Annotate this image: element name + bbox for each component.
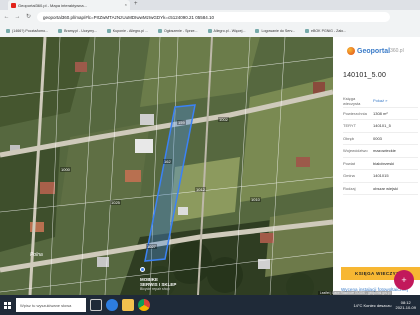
tab-strip: Geoportal360.pl - Mapa interaktywna... ×… [0,0,420,10]
attribute-key: Rodzaj [343,185,356,191]
attribute-row: Powiat białobrzeski [343,158,418,170]
clock[interactable]: 08:12 2021-10-09 [396,300,416,310]
attribute-value: 1308 m² [373,110,388,116]
new-tab-button[interactable]: + [134,1,138,7]
weather-status[interactable]: 14°C Koniec deszczu [353,303,391,308]
attribute-value: 140101_5 [373,123,391,129]
attribute-value: białobrzeski [373,160,395,166]
bookmark-item[interactable]: Ogłoszenie - Sprze... [158,29,198,33]
bookmarks-bar: (1466?) Poczta/lomo... Bramy.pl - Uczymy… [0,24,420,37]
shop-pin-icon [140,267,145,272]
task-view-icon[interactable] [90,299,102,311]
plot-label: 1010 [250,197,261,202]
attribute-row: Gmina 1401015 [343,170,418,183]
close-tab-icon[interactable]: × [125,2,127,7]
forward-icon[interactable]: → [13,13,22,22]
taskbar: Wpisz tu wyszukiwane słowa 14°C Koniec d… [0,295,420,315]
poi-category: Bicycle repair shop [140,287,170,291]
logo-suffix: 360.pl [390,48,404,54]
bookmark-item[interactable]: Bramy.pl - Uczymy... [58,29,97,33]
attribute-key: Województwo [343,148,368,154]
edge-icon[interactable] [106,299,118,311]
attribute-row: Województwo mazowieckie [343,145,418,158]
plot-label: 1027 [146,244,157,249]
poi-marker[interactable]: MOBIKE SERWIS I SKLEP Bicycle repair sho… [140,259,180,291]
plot-label: 1025 [110,200,121,205]
plot-id: 140101_5.00 [343,72,387,79]
attribute-key: Powiat [343,160,356,166]
attribute-value: mazowieckie [373,148,396,154]
back-icon[interactable]: ← [2,13,11,22]
plot-label: 1012 [195,187,206,192]
satellite-map[interactable]: 159 162 1025 1012 1000 1027 1002 1010 Po… [0,37,333,295]
browser-tab[interactable]: Geoportal360.pl - Mapa interaktywna... × [8,0,130,10]
windows-icon [3,301,11,309]
plot-attributes: Księga wieczysta Pokaż » Powierzchnia 1308… [343,95,418,195]
attribute-key: Powierzchnia [343,110,367,116]
attribute-key: Księga wieczysta [343,95,361,106]
logo-name: Geoportal [357,47,391,55]
geoportal-logo[interactable]: Geoportal 360.pl [347,47,404,55]
reload-icon[interactable]: ↻ [24,13,33,22]
address-bar-row: ← → ↻ geoportal360.pl/map/#lc=PrtZwMTAzN… [0,10,420,24]
favicon-icon [11,3,16,8]
bookmark-item[interactable]: (1466?) Poczta/lomo... [6,29,48,33]
attribute-row: TERYT 140101_5 [343,120,418,133]
plot-label: 1002 [218,117,229,122]
plot-label: 1000 [60,167,71,172]
clock-date: 2021-10-09 [395,305,416,310]
attribute-value: obszar wiejski [373,185,398,191]
browser-chrome: Geoportal360.pl - Mapa interaktywna... ×… [0,0,420,37]
taskbar-search[interactable]: Wpisz tu wyszukiwane słowa [16,298,86,312]
bookmark-item[interactable]: Logowanie do Serv... [255,29,295,33]
tab-title: Geoportal360.pl - Mapa interaktywna... [18,2,87,8]
globe-icon [347,47,355,55]
attribute-row: Księga wieczysta Pokaż » [343,95,418,108]
url-field[interactable]: geoportal360.pl/map/#lc=PrtZwMTAzNzUuMDI… [37,12,390,22]
bookmark-item[interactable]: Allegro.pl - Więcej... [208,29,246,33]
land-register-link[interactable]: Pokaż » [373,98,387,103]
attribute-key: TERYT [343,123,357,129]
attribute-row: Powierzchnia 1308 m² [343,108,418,120]
map-canvas[interactable] [0,37,333,295]
chrome-icon[interactable] [138,299,150,311]
street-label: Polna [30,252,43,258]
start-button[interactable] [0,295,14,315]
attribute-row: Obręb 0003 [343,133,418,145]
plot-label: 162 [163,159,172,164]
bookmark-item[interactable]: eBOK PGNiG - Zało... [305,29,346,33]
attribute-value: 1401015 [373,173,389,179]
url-text: geoportal360.pl/map/#lc=PrtZwMTAzNzUuMDI… [43,14,214,20]
search-placeholder: Wpisz tu wyszukiwane słowa [20,302,72,308]
system-tray: 14°C Koniec deszczu 08:12 2021-10-09 [353,300,420,310]
add-button[interactable]: + [394,270,414,290]
attribute-key: Obręb [343,135,355,141]
plot-info-panel: Geoportal 360.pl 140101_5.00 Księga wiec… [333,37,420,299]
bookmark-item[interactable]: Kuponie - Allegro.pl ... [107,29,148,33]
attribute-row: Rodzaj obszar wiejski [343,183,418,195]
attribute-value: 0003 [373,135,382,141]
file-explorer-icon[interactable] [122,299,134,311]
plot-label: 159 [177,120,186,125]
attribute-key: Gmina [343,173,355,179]
